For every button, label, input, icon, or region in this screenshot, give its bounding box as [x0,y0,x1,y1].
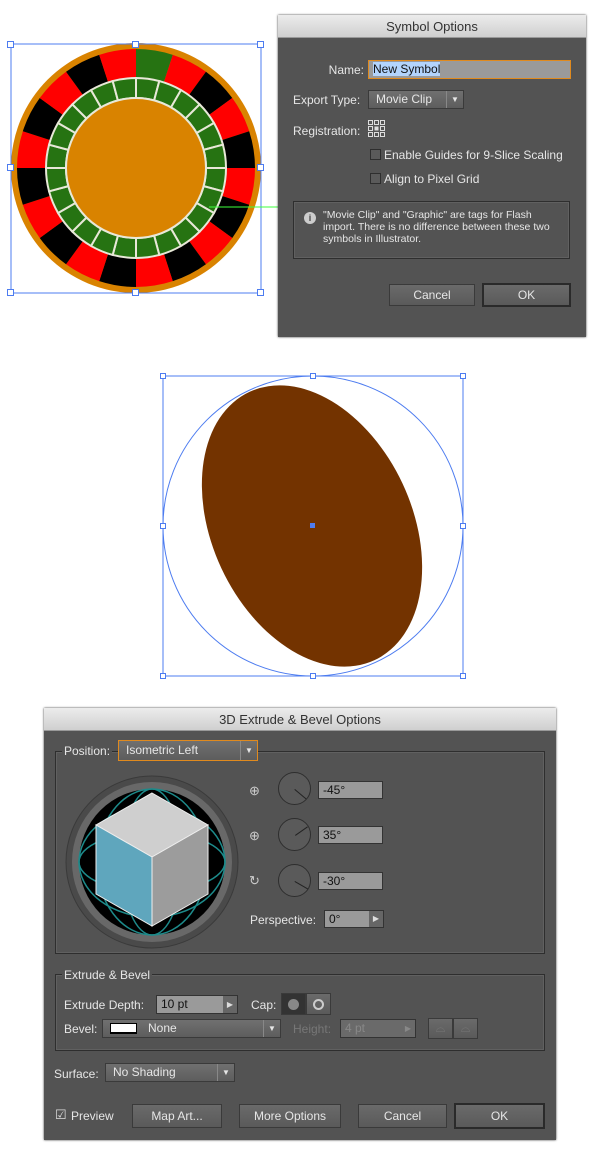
chevron-down-icon: ▼ [240,741,257,760]
name-input[interactable]: New Symbol [368,60,571,79]
surface-select[interactable]: No Shading ▼ [105,1063,235,1082]
x-rotation-dial[interactable] [278,772,311,805]
extrude-bevel-heading: Extrude & Bevel [62,968,153,982]
cap-on-icon [288,999,299,1010]
center-point [310,523,315,528]
info-icon: i [304,212,316,224]
name-label: Name: [328,63,364,77]
registration-label: Registration: [293,124,361,138]
extrude-depth-input[interactable]: 10 pt ▶ [156,995,238,1014]
inner-ring-segment [111,76,137,102]
dialog-title: Symbol Options [278,15,586,38]
bevel-preview-icon [110,1023,137,1034]
chevron-right-icon[interactable]: ▶ [223,996,237,1013]
info-text: "Movie Clip" and "Graphic" are tags for … [323,209,550,245]
symbol-options-dialog: Symbol Options Name: New Symbol Export T… [278,15,586,337]
y-rotation-input[interactable]: 35° [318,826,383,844]
registration-grid-icon[interactable] [367,119,387,139]
bevel-out-button: ⌓ [428,1018,453,1039]
chevron-right-icon[interactable]: ▶ [369,911,383,927]
chevron-down-icon: ▼ [217,1064,234,1081]
surface-label: Surface: [54,1067,99,1081]
export-type-value: Movie Clip [376,92,433,106]
cancel-button[interactable]: Cancel [358,1104,447,1128]
chevron-right-icon: ▶ [404,1024,412,1033]
y-axis-rotation-icon: ⊕ [249,828,260,843]
selection-handle[interactable] [132,289,139,296]
ok-button[interactable]: OK [482,283,571,307]
y-rotation-dial[interactable] [278,818,311,851]
dialog-title: 3D Extrude & Bevel Options [44,708,556,731]
ellipse-artwork[interactable] [150,365,480,690]
roulette-wheel-artwork[interactable] [0,35,280,305]
surface-value: No Shading [113,1065,176,1079]
selection-handle[interactable] [257,164,264,171]
x-axis-rotation-icon: ⊕ [249,783,260,798]
bevel-in-button: ⌓ [453,1018,478,1039]
pixel-grid-label: Align to Pixel Grid [384,172,480,186]
info-box: i "Movie Clip" and "Graphic" are tags fo… [293,201,570,259]
selection-handle[interactable] [7,164,14,171]
cap-on-button[interactable] [281,993,306,1015]
extrude-depth-label: Extrude Depth: [64,998,145,1012]
height-input: 4 pt ▶ [340,1019,416,1038]
selection-handle[interactable] [257,41,264,48]
cap-off-icon [313,999,324,1010]
z-rotation-dial[interactable] [278,864,311,897]
position-value: Isometric Left [126,743,199,757]
chevron-down-icon: ▼ [446,91,463,108]
z-rotation-input[interactable]: -30° [318,872,383,890]
z-axis-rotation-icon: ↻ [249,873,260,888]
bevel-select[interactable]: None ▼ [102,1019,281,1038]
cap-off-button[interactable] [306,993,331,1015]
roulette-wheel [11,43,261,293]
inner-ring-segment [202,143,228,169]
height-value: 4 pt [345,1021,366,1035]
export-type-select[interactable]: Movie Clip ▼ [368,90,464,109]
x-rotation-input[interactable]: -45° [318,781,383,799]
preview-label: Preview [71,1109,114,1123]
wheel-center [65,97,207,239]
9-slice-label: Enable Guides for 9-Slice Scaling [384,148,563,162]
selection-handle[interactable] [132,41,139,48]
cancel-button[interactable]: Cancel [389,284,475,306]
inner-ring-segment [135,234,161,260]
ok-button[interactable]: OK [454,1103,545,1129]
9-slice-checkbox[interactable] [370,149,381,160]
height-label: Height: [293,1022,332,1036]
pixel-grid-checkbox[interactable] [370,173,381,184]
inner-ring-segment [44,167,70,193]
rotation-track-cube[interactable] [64,774,240,950]
bevel-label: Bevel: [64,1022,98,1036]
position-label: Position: [62,744,113,758]
cap-label: Cap: [251,998,277,1012]
position-select[interactable]: Isometric Left ▼ [118,740,258,761]
extrude-depth-value: 10 pt [161,997,188,1011]
bevel-value: None [148,1021,177,1035]
export-type-label: Export Type: [293,93,361,107]
map-art-button[interactable]: Map Art... [132,1104,222,1128]
perspective-value: 0° [329,912,341,926]
preview-checkbox[interactable]: ☑ [55,1107,67,1123]
name-value: New Symbol [373,62,441,76]
selection-handle[interactable] [7,41,14,48]
chevron-down-icon: ▼ [263,1020,280,1037]
perspective-label: Perspective: [250,913,317,927]
selection-handle[interactable] [7,289,14,296]
more-options-button[interactable]: More Options [239,1104,341,1128]
perspective-input[interactable]: 0° ▶ [324,910,384,928]
selection-handle[interactable] [257,289,264,296]
extrude-bevel-dialog: 3D Extrude & Bevel Options Position: Iso… [44,708,556,1140]
